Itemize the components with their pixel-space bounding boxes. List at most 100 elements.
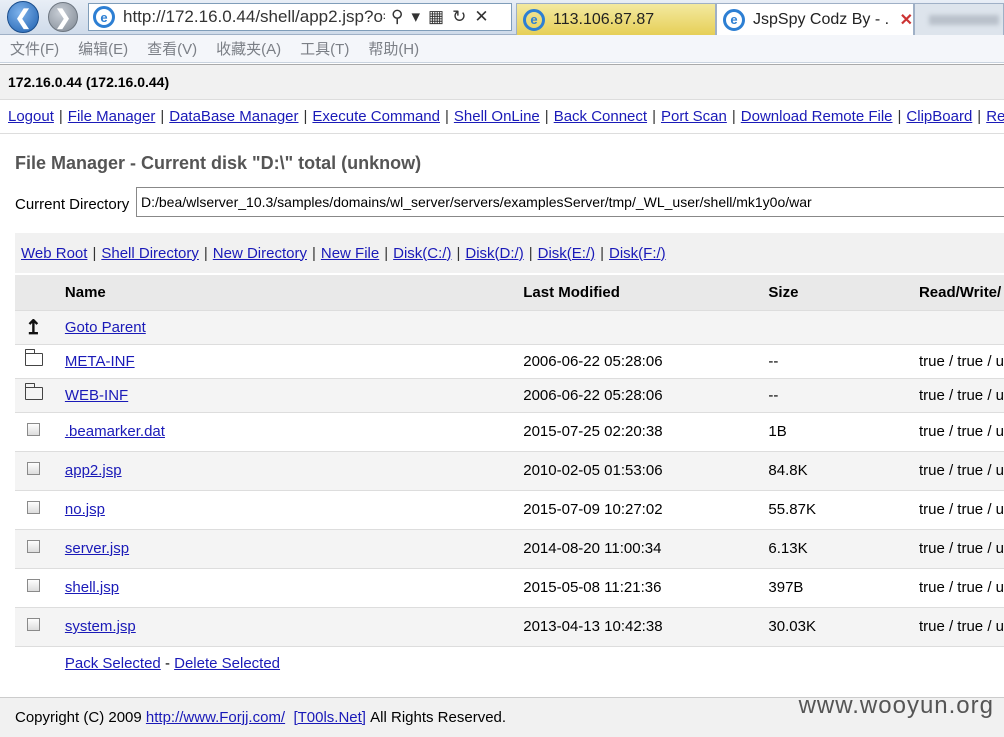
nav-logout[interactable]: Logout xyxy=(8,108,54,125)
separator: | xyxy=(303,108,308,125)
stop-icon[interactable]: ✕ xyxy=(474,7,488,27)
footer-link-forjj[interactable]: http://www.Forjj.com/ xyxy=(146,709,285,726)
separator: | xyxy=(977,108,982,125)
current-directory-input[interactable] xyxy=(136,187,1004,217)
link-disk-f[interactable]: Disk(F:/) xyxy=(609,245,666,262)
separator: | xyxy=(160,108,165,125)
refresh-icon[interactable]: ↻ xyxy=(452,7,466,27)
menu-edit[interactable]: 编辑(E) xyxy=(78,38,128,59)
separator: | xyxy=(600,244,605,262)
menu-bar: 文件(F) 编辑(E) 查看(V) 收藏夹(A) 工具(T) 帮助(H) xyxy=(0,35,1004,63)
table-row: .beamarker.dat 2015-07-25 02:20:38 1B tr… xyxy=(15,411,1004,451)
table-row: META-INF 2006-06-22 05:28:06 -- true / t… xyxy=(15,343,1004,378)
menu-tools[interactable]: 工具(T) xyxy=(300,38,349,59)
nav-execute-command[interactable]: Execute Command xyxy=(312,108,440,125)
entry-size: 30.03K xyxy=(768,606,919,646)
entry-size: 55.87K xyxy=(768,489,919,529)
actions-row: Pack Selected - Delete Selected xyxy=(15,645,1004,680)
header-permissions: Read/Write/ xyxy=(918,283,1002,301)
goto-parent-link[interactable]: Goto Parent xyxy=(65,319,146,336)
select-checkbox[interactable] xyxy=(27,579,40,592)
table-row: shell.jsp 2015-05-08 11:21:36 397B true … xyxy=(15,567,1004,607)
nav-back-connect[interactable]: Back Connect xyxy=(554,108,647,125)
blurred-tab-label xyxy=(929,14,999,25)
link-new-file[interactable]: New File xyxy=(321,245,379,262)
select-checkbox[interactable] xyxy=(27,423,40,436)
entry-name-link[interactable]: WEB-INF xyxy=(65,387,128,404)
entry-name-link[interactable]: server.jsp xyxy=(65,540,129,557)
page-title: File Manager - Current disk "D:\" total … xyxy=(15,153,422,173)
entry-modified: 2013-04-13 10:42:38 xyxy=(523,606,769,646)
entry-modified: 2006-06-22 05:28:06 xyxy=(523,377,769,412)
link-web-root[interactable]: Web Root xyxy=(21,245,87,262)
compat-view-icon[interactable]: ▦ xyxy=(428,7,444,27)
link-shell-directory[interactable]: Shell Directory xyxy=(101,245,199,262)
close-tab-icon[interactable]: ✕ xyxy=(900,10,913,30)
entry-name-link[interactable]: shell.jsp xyxy=(65,579,119,596)
tab-jspspy[interactable]: e JspSpy Codz By - ... ✕ xyxy=(716,3,914,35)
nav-file-manager[interactable]: File Manager xyxy=(68,108,156,125)
select-checkbox[interactable] xyxy=(27,618,40,631)
entry-modified: 2010-02-05 01:53:06 xyxy=(523,450,769,490)
entry-size: 6.13K xyxy=(768,528,919,568)
separator: | xyxy=(456,244,461,262)
entry-name-link[interactable]: no.jsp xyxy=(65,501,105,518)
entry-name-link[interactable]: system.jsp xyxy=(65,618,136,635)
copyright-text: Copyright (C) 2009 xyxy=(15,709,142,726)
forward-arrow-icon: ❯ xyxy=(54,6,72,29)
main-nav: Logout | File Manager | DataBase Manager | … xyxy=(0,100,1004,134)
menu-help[interactable]: 帮助(H) xyxy=(368,38,419,59)
nav-shell-online[interactable]: Shell OnLine xyxy=(454,108,540,125)
entry-name-link[interactable]: META-INF xyxy=(65,353,135,370)
ie-icon: e xyxy=(523,8,545,31)
host-label: 172.16.0.44 (172.16.0.44) xyxy=(8,74,170,90)
tab-label: 113.106.87.87 xyxy=(553,10,655,28)
menu-file[interactable]: 文件(F) xyxy=(10,38,59,59)
tab-blurred[interactable] xyxy=(914,3,1004,35)
select-checkbox[interactable] xyxy=(27,540,40,553)
watermark: www.wooyun.org xyxy=(798,692,994,719)
menu-favorites[interactable]: 收藏夹(A) xyxy=(216,38,281,59)
forward-button[interactable]: ❯ xyxy=(48,2,78,32)
entry-permissions: true / true / u xyxy=(918,567,1004,607)
header-size: Size xyxy=(768,283,799,301)
select-checkbox[interactable] xyxy=(27,462,40,475)
link-disk-e[interactable]: Disk(E:/) xyxy=(538,245,596,262)
separator: | xyxy=(92,244,97,262)
link-disk-d[interactable]: Disk(D:/) xyxy=(465,245,523,262)
table-row: system.jsp 2013-04-13 10:42:38 30.03K tr… xyxy=(15,606,1004,646)
nav-port-scan[interactable]: Port Scan xyxy=(661,108,727,125)
tab-113[interactable]: e 113.106.87.87 xyxy=(516,3,716,35)
directory-shortcuts: Web Root | Shell Directory | New Directory… xyxy=(15,233,1004,273)
link-disk-c[interactable]: Disk(C:/) xyxy=(393,245,451,262)
nav-download-remote-file[interactable]: Download Remote File xyxy=(741,108,893,125)
table-row: app2.jsp 2010-02-05 01:53:06 84.8K true … xyxy=(15,450,1004,490)
header-icon-col xyxy=(15,275,65,310)
entry-permissions: true / true / u xyxy=(918,528,1004,568)
dropdown-icon[interactable]: ▾ xyxy=(411,7,420,27)
header-last-modified: Last Modified xyxy=(523,283,620,301)
menu-view[interactable]: 查看(V) xyxy=(147,38,197,59)
entry-name-link[interactable]: .beamarker.dat xyxy=(65,423,165,440)
search-icon[interactable]: ⚲ xyxy=(391,7,403,27)
select-checkbox[interactable] xyxy=(27,501,40,514)
footer-link-t00ls[interactable]: [T00ls.Net] xyxy=(293,709,366,726)
page-content: 172.16.0.44 (172.16.0.44) Logout | File M… xyxy=(0,64,1004,737)
back-button[interactable]: ❮ xyxy=(7,1,39,33)
entry-permissions: true / true / u xyxy=(918,411,1004,451)
nav-database-manager[interactable]: DataBase Manager xyxy=(169,108,298,125)
table-row: server.jsp 2014-08-20 11:00:34 6.13K tru… xyxy=(15,528,1004,568)
address-url[interactable]: http://172.16.0.44/shell/app2.jsp?o= xyxy=(123,7,385,27)
nav-clipboard[interactable]: ClipBoard xyxy=(906,108,972,125)
up-arrow-icon: ↥ xyxy=(25,316,42,339)
nav-remote-control[interactable]: Remote C xyxy=(986,108,1004,125)
entry-permissions: true / true / u xyxy=(918,343,1004,378)
header-name: Name xyxy=(64,283,106,301)
link-new-directory[interactable]: New Directory xyxy=(213,245,307,262)
address-bar[interactable]: e http://172.16.0.44/shell/app2.jsp?o= ⚲… xyxy=(88,3,512,31)
pack-selected-link[interactable]: Pack Selected xyxy=(65,655,161,672)
delete-selected-link[interactable]: Delete Selected xyxy=(174,655,280,672)
entry-name-link[interactable]: app2.jsp xyxy=(65,462,122,479)
entry-modified: 2006-06-22 05:28:06 xyxy=(523,343,769,378)
entry-size: 397B xyxy=(768,567,919,607)
